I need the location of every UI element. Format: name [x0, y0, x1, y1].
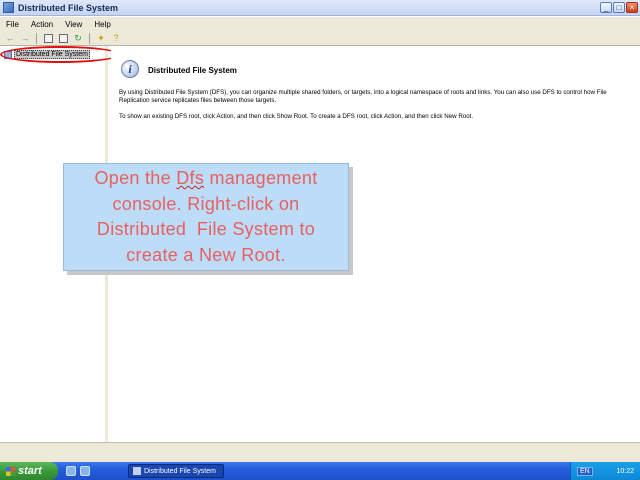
windows-logo-icon [6, 466, 15, 476]
close-button[interactable]: × [626, 2, 638, 13]
start-button[interactable]: start [0, 462, 58, 480]
menu-bar: File Action View Help [0, 17, 640, 31]
new-root-icon[interactable]: ✦ [95, 33, 107, 44]
help-icon[interactable]: ? [110, 33, 122, 44]
toolbar-separator [89, 32, 90, 44]
start-label: start [18, 465, 42, 477]
app-icon [3, 2, 14, 13]
forward-arrow-icon[interactable]: → [19, 33, 31, 44]
description-text: By using Distributed File System (DFS), … [119, 89, 607, 104]
dfs-icon [133, 467, 141, 475]
refresh-icon[interactable]: ↻ [72, 33, 84, 44]
toolbar: ← → ↻ ✦ ? [0, 31, 640, 46]
system-tray: EN 10:22 [570, 462, 640, 480]
highlight-ellipse [0, 46, 120, 63]
language-indicator[interactable]: EN [577, 466, 593, 476]
menu-view[interactable]: View [59, 20, 88, 29]
taskbar: start Distributed File System EN 10:22 [0, 462, 640, 480]
show-desktop-icon[interactable] [66, 466, 76, 476]
quick-launch [66, 466, 90, 476]
details-title: Distributed File System [148, 66, 237, 75]
menu-file[interactable]: File [0, 20, 25, 29]
window-controls: _ □ × [600, 2, 638, 13]
title-bar: Distributed File System _ □ × [0, 0, 640, 16]
taskbar-button-label: Distributed File System [144, 467, 216, 475]
callout-line2: console. Right-click on [112, 193, 300, 214]
maximize-button[interactable]: □ [613, 2, 625, 13]
toolbar-separator [36, 32, 37, 44]
clock[interactable]: 10:22 [616, 468, 634, 475]
window-title: Distributed File System [18, 2, 119, 13]
console-tree-icon[interactable] [42, 33, 54, 44]
internet-explorer-icon[interactable] [80, 466, 90, 476]
callout-line1: Open the Dfs management [94, 168, 318, 188]
properties-icon[interactable] [57, 33, 69, 44]
back-arrow-icon[interactable]: ← [4, 33, 16, 44]
taskbar-button-dfs[interactable]: Distributed File System [128, 464, 224, 478]
status-bar [0, 442, 640, 462]
instructions-text: To show an existing DFS root, click Acti… [119, 113, 474, 120]
menu-action[interactable]: Action [25, 20, 59, 29]
minimize-button[interactable]: _ [600, 2, 612, 13]
callout-line4: create a New Root. [126, 244, 286, 265]
info-icon: i [121, 60, 139, 78]
callout-text: Open the Dfs management console. Right-c… [94, 166, 317, 268]
menu-help[interactable]: Help [88, 20, 116, 29]
tutorial-callout: Open the Dfs management console. Right-c… [63, 163, 349, 271]
callout-line3: Distributed File System to [96, 219, 316, 239]
